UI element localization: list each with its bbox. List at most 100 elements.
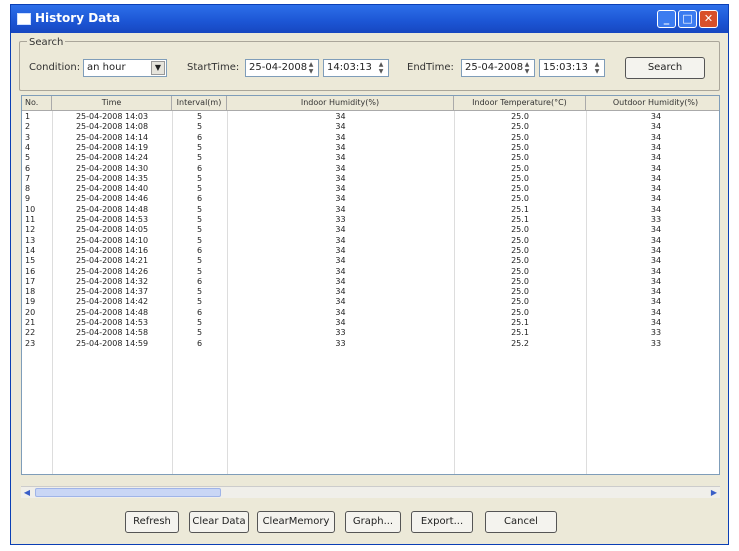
col-time-cell: 25-04-2008 14:32 <box>75 276 149 286</box>
col-indoor-humidity-cell: 34 <box>335 245 346 255</box>
table-row[interactable]: 12 25-04-2008 14:05 5 34 25.0 34 <box>22 225 719 235</box>
arrow-right-icon[interactable]: ▶ <box>708 487 720 498</box>
table-row[interactable]: 3 25-04-2008 14:14 6 34 25.0 34 <box>22 133 719 143</box>
header-col-indoor-humidity[interactable]: Indoor Humidity(%) <box>227 96 454 111</box>
col-time-cell: 25-04-2008 14:19 <box>75 142 149 152</box>
col-no-cell: 10 <box>25 204 36 214</box>
table-row[interactable]: 17 25-04-2008 14:32 6 34 25.0 34 <box>22 277 719 287</box>
col-outdoor-humidity-cell: 34 <box>650 245 662 255</box>
end-time-field[interactable]: 15:03:13 ▲ ▼ <box>539 59 605 77</box>
header-col-outdoor-humidity[interactable]: Outdoor Humidity(%) <box>586 96 719 111</box>
col-indoor-temperature-cell: 25.0 <box>511 142 529 152</box>
col-interval-cell: 6 <box>196 245 203 255</box>
table-row[interactable]: 22 25-04-2008 14:58 5 33 25.1 33 <box>22 328 719 338</box>
table-row[interactable]: 21 25-04-2008 14:53 5 34 25.1 34 <box>22 318 719 328</box>
col-interval-cell: 6 <box>196 276 203 286</box>
col-time-cell: 25-04-2008 14:21 <box>75 256 149 266</box>
col-time-cell: 25-04-2008 14:35 <box>75 173 149 183</box>
table-row[interactable]: 7 25-04-2008 14:35 5 34 25.0 34 <box>22 174 719 184</box>
col-interval-cell: 5 <box>196 225 203 235</box>
horizontal-scrollbar[interactable]: ◀ ▶ <box>21 486 720 498</box>
table-row[interactable]: 5 25-04-2008 14:24 5 34 25.0 34 <box>22 153 719 163</box>
table-row[interactable]: 10 25-04-2008 14:48 5 34 25.1 34 <box>22 205 719 215</box>
col-time-cell: 25-04-2008 14:30 <box>75 163 149 173</box>
export-button[interactable]: Export... <box>411 511 473 533</box>
col-indoor-humidity-cell: 34 <box>335 256 346 266</box>
col-indoor-temperature-cell: 25.1 <box>511 328 529 338</box>
table-row[interactable]: 2 25-04-2008 14:08 5 34 25.0 34 <box>22 122 719 132</box>
col-indoor-temperature-cell: 25.0 <box>511 235 529 245</box>
header-col-indoor-temperature[interactable]: Indoor Temperature(°C) <box>454 96 586 111</box>
col-no-cell: 2 <box>25 122 31 132</box>
col-indoor-humidity-cell: 34 <box>335 163 346 173</box>
col-time-cell: 25-04-2008 14:48 <box>75 307 149 317</box>
col-outdoor-humidity-cell: 34 <box>650 307 662 317</box>
chevron-down-icon[interactable]: ▼ <box>151 61 165 75</box>
col-no-cell: 14 <box>25 245 36 255</box>
maximize-button[interactable]: □ <box>678 10 697 28</box>
search-button[interactable]: Search <box>625 57 705 79</box>
table-row[interactable]: 6 25-04-2008 14:30 6 34 25.0 34 <box>22 164 719 174</box>
table-row[interactable]: 14 25-04-2008 14:16 6 34 25.0 34 <box>22 246 719 256</box>
col-interval-cell: 5 <box>196 287 203 297</box>
col-time-cell: 25-04-2008 14:53 <box>75 215 149 224</box>
col-indoor-humidity-cell: 33 <box>335 215 346 224</box>
minimize-icon: _ <box>663 12 670 25</box>
start-time-field[interactable]: 14:03:13 ▲ ▼ <box>323 59 389 77</box>
table-row[interactable]: 20 25-04-2008 14:48 6 34 25.0 34 <box>22 308 719 318</box>
table-row[interactable]: 18 25-04-2008 14:37 5 34 25.0 34 <box>22 287 719 297</box>
scrollbar-thumb[interactable] <box>35 488 221 497</box>
col-time-cell: 25-04-2008 14:40 <box>75 184 149 194</box>
col-interval-cell: 5 <box>196 173 203 183</box>
clear-memory-button[interactable]: ClearMemory <box>257 511 335 533</box>
col-indoor-temperature-cell: 25.0 <box>511 173 529 183</box>
col-no-cell: 21 <box>25 318 36 327</box>
col-interval-cell: 5 <box>196 153 203 163</box>
col-indoor-temperature-cell: 25.2 <box>511 338 529 348</box>
col-outdoor-humidity-cell: 34 <box>650 256 662 266</box>
table-row[interactable]: 19 25-04-2008 14:42 5 34 25.0 34 <box>22 297 719 307</box>
close-button[interactable]: ✕ <box>699 10 718 28</box>
header-col-interval[interactable]: Interval(m) <box>172 96 227 111</box>
col-indoor-temperature-cell: 25.0 <box>511 225 529 235</box>
table-row[interactable]: 8 25-04-2008 14:40 5 34 25.0 34 <box>22 184 719 194</box>
table-row[interactable]: 1 25-04-2008 14:03 5 34 25.0 34 <box>22 112 719 122</box>
header-col-time[interactable]: Time <box>52 96 172 111</box>
table-row[interactable]: 23 25-04-2008 14:59 6 33 25.2 33 <box>22 339 719 349</box>
refresh-button[interactable]: Refresh <box>125 511 179 533</box>
arrow-left-icon[interactable]: ◀ <box>21 487 33 498</box>
col-indoor-humidity-cell: 34 <box>335 307 346 317</box>
start-time-value: 14:03:13 <box>327 62 372 73</box>
col-outdoor-humidity-cell: 34 <box>650 287 662 297</box>
end-date-field[interactable]: 25-04-2008 ▲ ▼ <box>461 59 535 77</box>
minimize-button[interactable]: _ <box>657 10 676 28</box>
table-row[interactable]: 9 25-04-2008 14:46 6 34 25.0 34 <box>22 194 719 204</box>
spin-icon[interactable]: ▲ ▼ <box>305 61 317 75</box>
col-outdoor-humidity-cell: 34 <box>650 112 662 121</box>
table-row[interactable]: 15 25-04-2008 14:21 5 34 25.0 34 <box>22 256 719 266</box>
col-outdoor-humidity-cell: 33 <box>650 328 662 338</box>
start-date-field[interactable]: 25-04-2008 ▲ ▼ <box>245 59 319 77</box>
table-row[interactable]: 13 25-04-2008 14:10 5 34 25.0 34 <box>22 236 719 246</box>
header-col-no[interactable]: No. <box>22 96 52 111</box>
col-indoor-humidity-cell: 34 <box>335 235 346 245</box>
spin-icon[interactable]: ▲ ▼ <box>591 61 603 75</box>
graph-button[interactable]: Graph... <box>345 511 401 533</box>
title-bar[interactable]: History Data _ □ ✕ <box>11 5 728 33</box>
col-no-cell: 23 <box>25 338 36 348</box>
col-outdoor-humidity-cell: 34 <box>650 276 662 286</box>
table-header: No. Time Interval(m) Indoor Humidity(%) Indo… <box>22 96 719 111</box>
col-interval-cell: 5 <box>196 184 203 194</box>
spin-icon[interactable]: ▲ ▼ <box>521 61 533 75</box>
cancel-button[interactable]: Cancel <box>485 511 557 533</box>
table-row[interactable]: 11 25-04-2008 14:53 5 33 25.1 33 <box>22 215 719 225</box>
table-row[interactable]: 4 25-04-2008 14:19 5 34 25.0 34 <box>22 143 719 153</box>
end-time-label: EndTime: <box>407 62 454 73</box>
spin-icon[interactable]: ▲ ▼ <box>375 61 387 75</box>
history-table[interactable]: No. Time Interval(m) Indoor Humidity(%) Indo… <box>21 95 720 475</box>
condition-select[interactable]: an hour ▼ <box>83 59 167 77</box>
table-row[interactable]: 16 25-04-2008 14:26 5 34 25.0 34 <box>22 267 719 277</box>
col-indoor-temperature-cell: 25.0 <box>511 307 529 317</box>
col-interval-cell: 5 <box>196 256 203 266</box>
clear-data-button[interactable]: Clear Data <box>189 511 249 533</box>
